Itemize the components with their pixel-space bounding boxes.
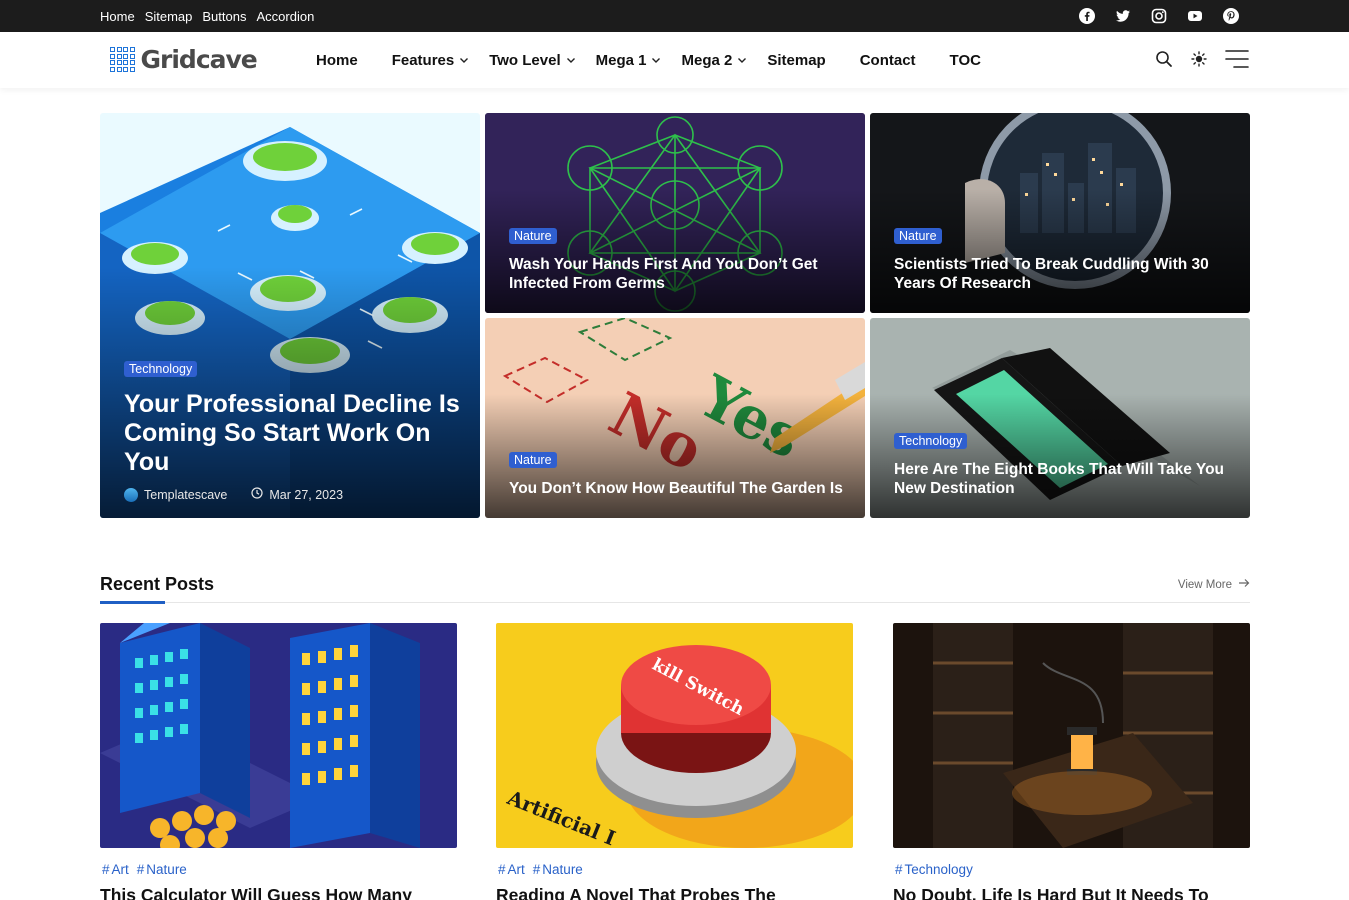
nav-label: Features [391, 51, 455, 69]
featured-card-title[interactable]: Scientists Tried To Break Cuddling With … [894, 255, 1230, 293]
featured-card-title[interactable]: You Don’t Know How Beautiful The Garden … [509, 479, 845, 498]
nav-label: Mega 1 [595, 51, 647, 69]
featured-card-germs[interactable]: Nature Wash Your Hands First And You Don… [485, 113, 865, 313]
section-underline [100, 601, 165, 604]
isometric-buildings-image [100, 623, 457, 848]
top-links: Home Sitemap Buttons Accordion [100, 0, 314, 32]
author-name[interactable]: Templatescave [144, 488, 227, 502]
top-link-sitemap[interactable]: Sitemap [145, 9, 193, 24]
chevron-down-icon [737, 55, 747, 65]
kill-switch-image: kill Switch Artificial I [496, 623, 853, 848]
nav-two-level[interactable]: Two Level [489, 52, 575, 69]
recent-posts-list: # Art # Nature This Calculator Will Guess … [100, 623, 1250, 900]
search-icon[interactable] [1155, 50, 1173, 68]
avatar [124, 487, 138, 502]
post-title[interactable]: No Doubt, Life Is Hard But It Needs To [893, 885, 1250, 900]
sun-icon[interactable] [1191, 51, 1207, 67]
post-tags: # Art # Nature [100, 862, 457, 877]
instagram-icon[interactable] [1151, 8, 1167, 24]
main-nav: Home Features Two Level Mega 1 Mega 2 Si… [316, 32, 1015, 88]
post-title[interactable]: Reading A Novel That Probes The [496, 885, 853, 900]
nav-label: Sitemap [767, 51, 826, 69]
post-tags: # Art # Nature [496, 862, 853, 877]
recent-posts-header: Recent Posts View More [100, 572, 1250, 604]
featured-card-title[interactable]: Wash Your Hands First And You Don’t Get … [509, 255, 845, 293]
category-badge[interactable]: Technology [894, 433, 968, 449]
nav-contact[interactable]: Contact [860, 52, 916, 69]
featured-card-books[interactable]: Technology Here Are The Eight Books That… [870, 318, 1250, 518]
post-card: # Art # Nature This Calculator Will Guess … [100, 623, 457, 900]
logo-text: Gridcave [140, 45, 258, 74]
arrow-right-icon [1238, 578, 1250, 591]
post-thumbnail[interactable] [100, 623, 457, 848]
nav-mega-1[interactable]: Mega 1 [596, 52, 662, 69]
menu-icon[interactable] [1225, 49, 1249, 69]
post-tags: # Technology [893, 862, 1250, 877]
nav-label: Home [316, 51, 358, 69]
featured-card-info: Nature Scientists Tried To Break Cuddlin… [894, 227, 1230, 293]
featured-grid: Technology Your Professional Decline Is … [100, 113, 1250, 518]
featured-card-main[interactable]: Technology Your Professional Decline Is … [100, 113, 480, 518]
nav-label: Two Level [489, 51, 561, 69]
post-thumbnail[interactable]: kill Switch Artificial I [496, 623, 853, 848]
clock-icon [251, 487, 263, 502]
featured-card-info: Technology Your Professional Decline Is … [124, 360, 460, 502]
chevron-down-icon [566, 55, 576, 65]
category-badge[interactable]: Nature [894, 228, 942, 244]
nav-features[interactable]: Features [392, 52, 470, 69]
pinterest-icon[interactable] [1223, 8, 1239, 24]
post-card: kill Switch Artificial I # Art # Nature Re… [496, 623, 853, 900]
chevron-down-icon [651, 55, 661, 65]
featured-card-info: Technology Here Are The Eight Books That… [894, 432, 1230, 498]
post-thumbnail[interactable] [893, 623, 1250, 848]
featured-card-title[interactable]: Here Are The Eight Books That Will Take … [894, 460, 1230, 498]
post-date: Mar 27, 2023 [269, 487, 344, 502]
post-tag[interactable]: # Nature [533, 862, 583, 877]
post-tag[interactable]: # Technology [895, 862, 973, 877]
nav-mega-2[interactable]: Mega 2 [681, 52, 747, 69]
social-links [1079, 0, 1239, 32]
twitter-icon[interactable] [1115, 8, 1131, 24]
post-tag[interactable]: # Nature [137, 862, 187, 877]
nav-label: Mega 2 [681, 51, 733, 69]
site-logo[interactable]: Gridcave [110, 45, 258, 74]
nav-home[interactable]: Home [316, 52, 358, 69]
nav-sitemap[interactable]: Sitemap [767, 52, 825, 69]
category-badge[interactable]: Nature [509, 452, 557, 468]
youtube-icon[interactable] [1187, 8, 1203, 24]
top-link-accordion[interactable]: Accordion [256, 9, 314, 24]
category-badge[interactable]: Nature [509, 228, 557, 244]
post-tag[interactable]: # Art [102, 862, 129, 877]
category-badge[interactable]: Technology [124, 361, 198, 377]
featured-card-title[interactable]: Your Professional Decline Is Coming So S… [124, 390, 460, 477]
featured-card-research[interactable]: Nature Scientists Tried To Break Cuddlin… [870, 113, 1250, 313]
top-link-buttons[interactable]: Buttons [202, 9, 246, 24]
main-header: Gridcave Home Features Two Level Mega 1 … [0, 32, 1349, 88]
post-title[interactable]: This Calculator Will Guess How Many [100, 885, 457, 900]
featured-card-info: Nature Wash Your Hands First And You Don… [509, 227, 845, 293]
facebook-icon[interactable] [1079, 8, 1095, 24]
top-bar: Home Sitemap Buttons Accordion [0, 0, 1349, 32]
nav-label: TOC [949, 51, 981, 69]
post-card: # Technology No Doubt, Life Is Hard But I… [893, 623, 1250, 900]
post-meta: Templatescave Mar 27, 2023 [124, 487, 460, 502]
post-tag[interactable]: # Art [498, 862, 525, 877]
top-link-home[interactable]: Home [100, 9, 135, 24]
featured-card-info: Nature You Don’t Know How Beautiful The … [509, 451, 845, 498]
view-more-link[interactable]: View More [1178, 578, 1250, 591]
view-more-label: View More [1177, 578, 1232, 591]
section-title: Recent Posts [100, 574, 215, 594]
logo-grid-icon [110, 47, 135, 72]
chevron-down-icon [459, 55, 469, 65]
featured-card-garden[interactable]: Yes No Nature You Don’t Know How Beautif… [485, 318, 865, 518]
header-actions [1155, 49, 1249, 69]
nav-label: Contact [859, 51, 916, 69]
workshop-lantern-image [893, 623, 1250, 848]
nav-toc[interactable]: TOC [950, 52, 981, 69]
